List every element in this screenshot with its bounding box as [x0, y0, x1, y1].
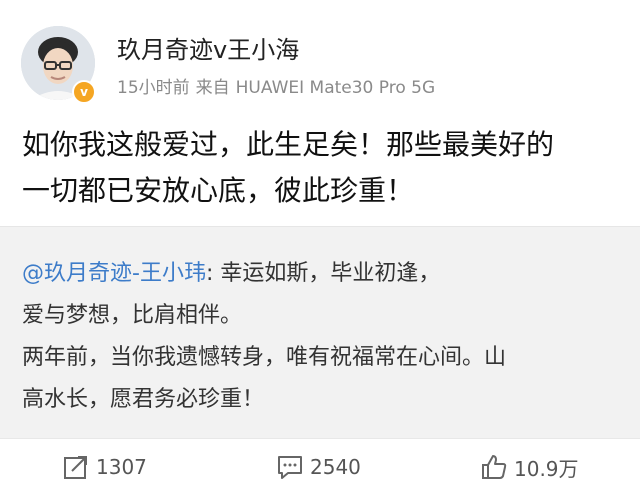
thumbs-up-icon	[482, 455, 507, 479]
like-button[interactable]: 10.9万	[480, 452, 579, 482]
post-line-1: 如你我这般爱过，此生足矣！那些最美好的	[22, 128, 555, 161]
post-meta: 15小时前 来自 HUAWEI Mate30 Pro 5G	[117, 73, 441, 98]
reposted-card[interactable]: @玖月奇迹-王小玮: 幸运如斯，毕业初逢， 爱与梦想，比肩相伴。 两年前，当你我…	[0, 226, 640, 439]
comment-button[interactable]: 2540	[276, 452, 361, 482]
reposted-line-4: 高水长，愿君务必珍重！	[22, 387, 265, 412]
verified-badge-icon: v	[72, 80, 96, 104]
reposted-text: @玖月奇迹-王小玮: 幸运如斯，毕业初逢， 爱与梦想，比肩相伴。 两年前，当你我…	[22, 253, 622, 421]
reposted-line-2: 爱与梦想，比肩相伴。	[22, 303, 243, 328]
repost-count: 1307	[96, 455, 147, 479]
reposted-line-3: 两年前，当你我遗憾转身，唯有祝福常在心间。山	[22, 345, 507, 370]
comment-icon	[278, 456, 302, 479]
post-body: 如你我这般爱过，此生足矣！那些最美好的 一切都已安放心底，彼此珍重！	[22, 122, 622, 214]
post-time: 15小时前	[117, 78, 190, 98]
reposted-line-1-rest: : 幸运如斯，毕业初逢，	[205, 261, 441, 286]
comment-count: 2540	[310, 455, 361, 479]
like-count: 10.9万	[514, 456, 579, 481]
source-device: HUAWEI Mate30 Pro 5G	[235, 78, 436, 98]
author-name[interactable]: 玖月奇迹v王小海	[117, 30, 299, 65]
mention-link[interactable]: @玖月奇迹-王小玮	[22, 261, 206, 286]
source-prefix: 来自	[195, 78, 230, 98]
share-icon	[64, 456, 87, 479]
post-header: v 玖月奇迹v王小海 15小时前 来自 HUAWEI Mate30 Pro 5G	[0, 0, 640, 110]
repost-button[interactable]: 1307	[62, 452, 147, 482]
reposted-line-1: @玖月奇迹-王小玮: 幸运如斯，毕业初逢，	[22, 253, 622, 295]
action-bar: 1307 2540 10.9万	[0, 438, 640, 493]
post-line-2: 一切都已安放心底，彼此珍重！	[22, 174, 415, 207]
